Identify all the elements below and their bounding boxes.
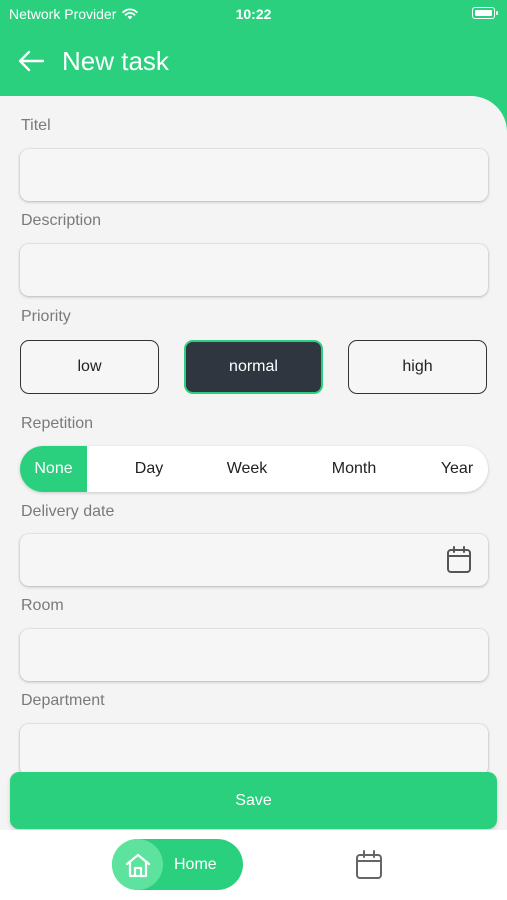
nav-home-tab[interactable]: Home <box>112 839 243 890</box>
department-field-box <box>20 724 488 776</box>
repetition-segmented-control: None Day Week Month Year <box>20 446 488 492</box>
description-field-box <box>20 244 488 296</box>
description-label: Description <box>21 212 102 229</box>
title-field-box <box>20 149 488 201</box>
title-label: Titel <box>21 117 51 134</box>
home-icon-wrap <box>112 839 163 890</box>
department-label: Department <box>21 692 105 709</box>
app-bar: New task <box>0 30 507 92</box>
repetition-option-month[interactable]: Month <box>318 446 390 492</box>
back-button[interactable] <box>0 30 62 92</box>
delivery-date-label: Delivery date <box>21 503 115 520</box>
priority-label: Priority <box>21 308 71 325</box>
description-input[interactable] <box>20 244 488 296</box>
delivery-date-input[interactable] <box>20 534 488 586</box>
status-bar: Network Provider 10:22 <box>0 0 507 28</box>
repetition-option-week[interactable]: Week <box>213 446 281 492</box>
repetition-option-year[interactable]: Year <box>426 446 488 492</box>
repetition-option-none[interactable]: None <box>20 446 87 492</box>
battery-icon <box>472 7 498 19</box>
nav-calendar-icon[interactable] <box>355 850 383 880</box>
room-input[interactable] <box>20 629 488 681</box>
repetition-label: Repetition <box>21 415 94 432</box>
priority-high-button[interactable]: high <box>348 340 487 394</box>
save-button[interactable]: Save <box>10 772 497 829</box>
room-label: Room <box>21 597 64 614</box>
priority-low-button[interactable]: low <box>20 340 159 394</box>
clock: 10:22 <box>235 6 272 22</box>
arrow-left-icon <box>18 50 45 72</box>
delivery-date-field-box <box>20 534 488 586</box>
repetition-option-day[interactable]: Day <box>115 446 183 492</box>
home-icon <box>125 853 150 877</box>
title-input[interactable] <box>20 149 488 201</box>
priority-normal-button[interactable]: normal <box>184 340 323 394</box>
page-title: New task <box>62 45 169 76</box>
department-input[interactable] <box>20 724 488 776</box>
bottom-nav: Home <box>0 830 507 900</box>
room-field-box <box>20 629 488 681</box>
calendar-icon[interactable] <box>446 546 472 574</box>
nav-home-label: Home <box>174 855 217 873</box>
